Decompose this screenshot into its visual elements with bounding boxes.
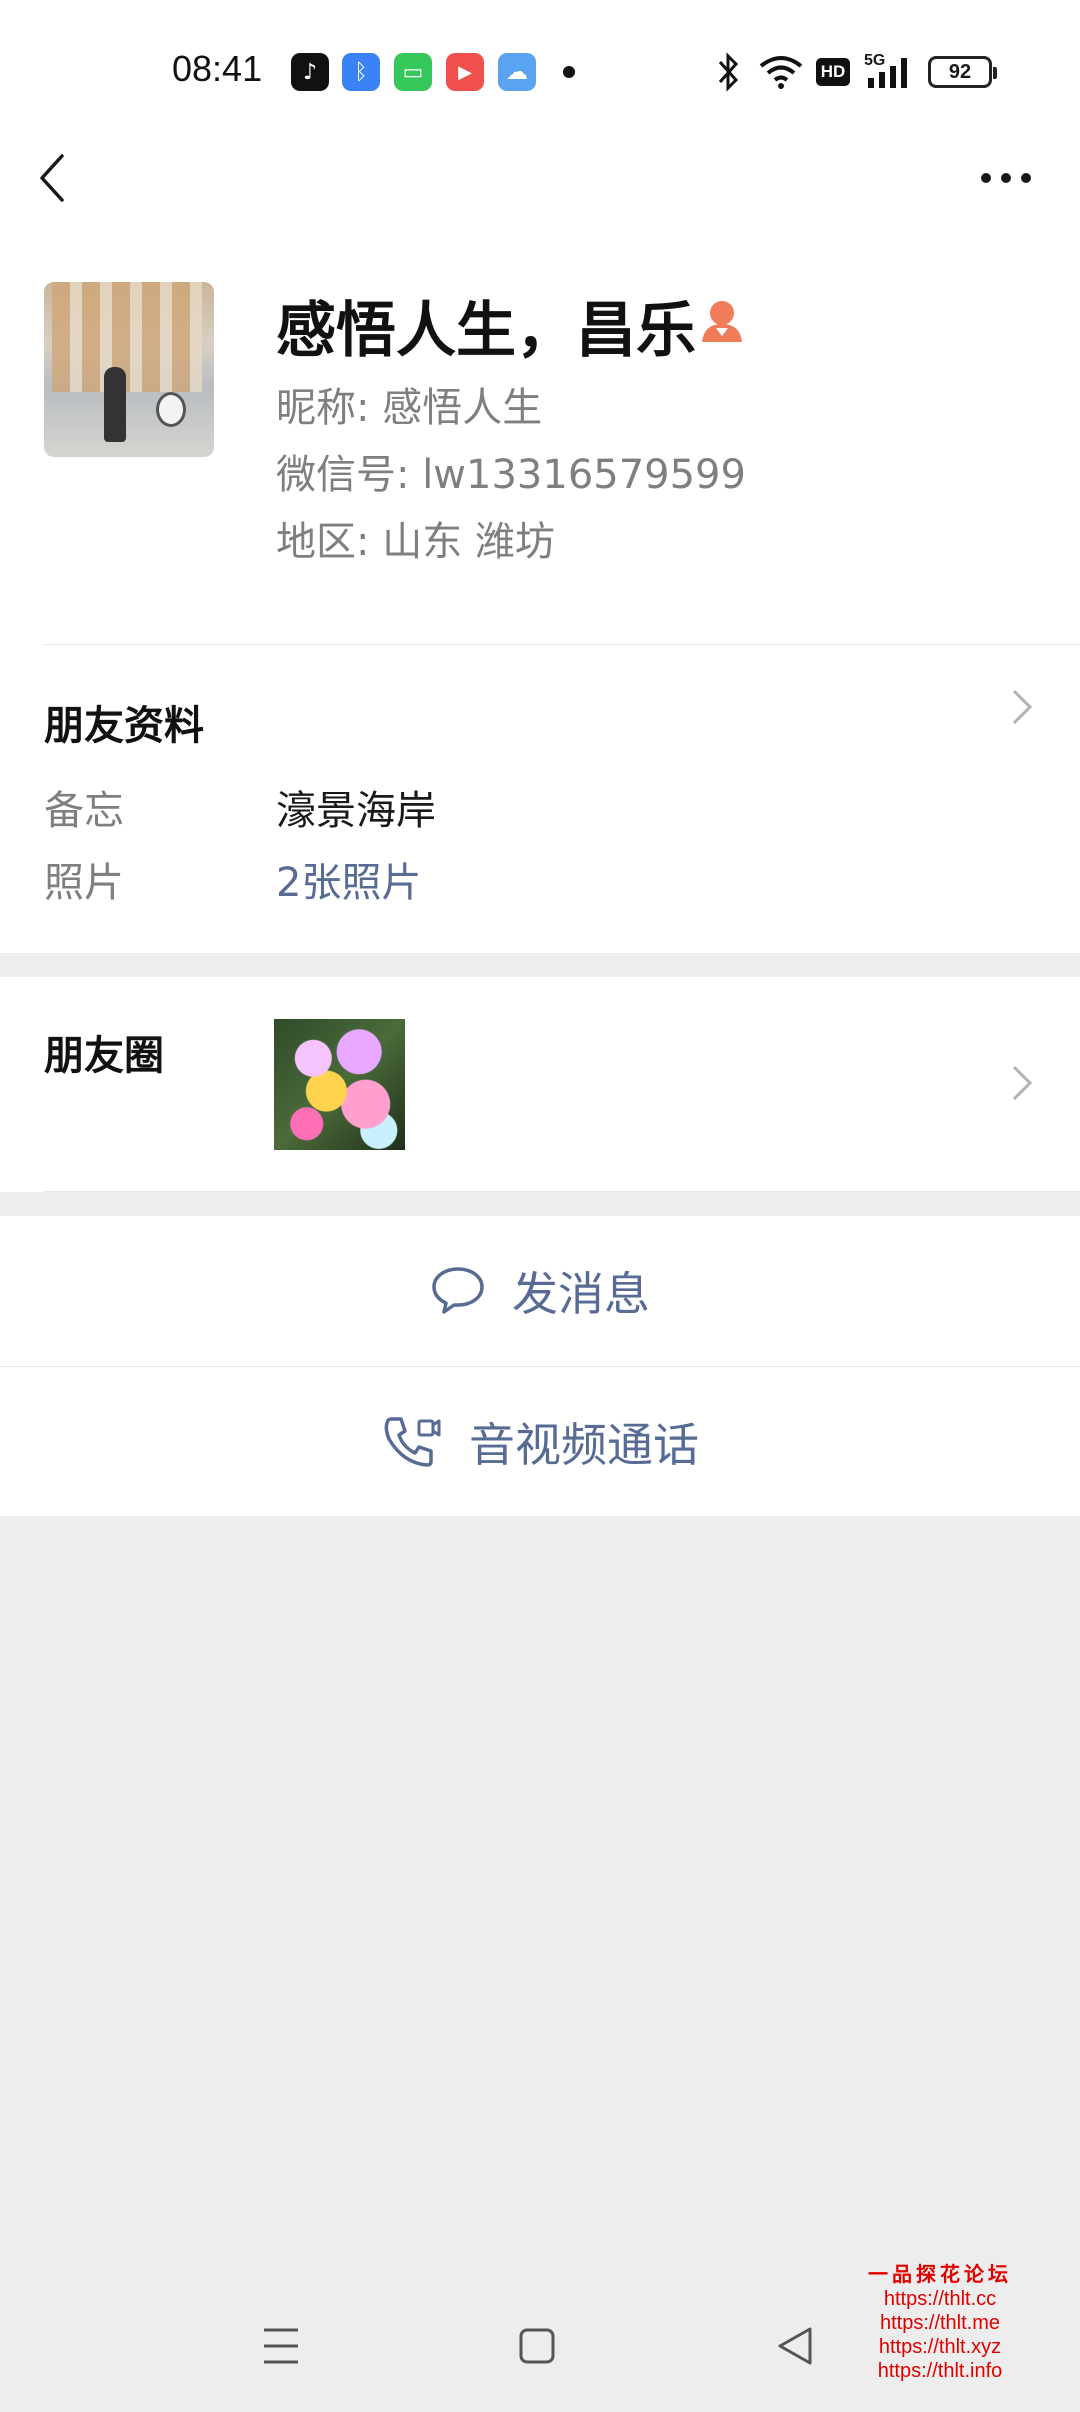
back-icon[interactable] — [38, 150, 68, 206]
profile-header: 感悟人生，昌乐 昵称: 感悟人生 微信号: lw13316579599 地区: … — [0, 270, 1080, 645]
wechat-id-text: 微信号: lw13316579599 — [276, 452, 746, 498]
home-icon[interactable] — [518, 2326, 556, 2366]
memo-label: 备忘 — [44, 788, 124, 834]
watermark-link: https://thlt.me — [879, 2312, 1001, 2334]
battery-indicator: 92 — [928, 56, 997, 88]
chevron-right-icon — [1012, 689, 1033, 725]
avatar[interactable] — [44, 282, 214, 457]
voice-video-call-label: 音视频通话 — [469, 1417, 699, 1472]
chevron-right-icon — [1012, 1065, 1033, 1101]
signal-icon — [868, 58, 907, 88]
display-name: 感悟人生，昌乐 — [276, 296, 696, 366]
voice-video-call-button[interactable]: 音视频通话 — [0, 1367, 1080, 1516]
phone-video-icon — [384, 1416, 441, 1467]
wifi-icon — [759, 56, 803, 89]
hd-icon: HD — [816, 58, 850, 86]
watermark: 一品探花论坛 https://thlt.cc https://thlt.me h… — [840, 2258, 1040, 2383]
watermark-link: https://thlt.xyz — [878, 2336, 1002, 2358]
send-message-button[interactable]: 发消息 — [0, 1216, 1080, 1366]
memo-value: 濠景海岸 — [276, 788, 436, 834]
status-time: 08:41 — [172, 48, 263, 89]
tiktok-icon: ♪ — [291, 53, 329, 91]
status-bar: 08:41 ♪ ᛒ ▭ ▶ ☁ HD 5G 92 — [0, 0, 1080, 140]
friend-info-section[interactable]: 朋友资料 备忘 濠景海岸 照片 2张照片 — [0, 645, 1080, 953]
menu-icon[interactable] — [262, 2326, 300, 2366]
send-message-label: 发消息 — [512, 1267, 650, 1321]
video-icon: ▶ — [446, 53, 484, 91]
photos-label: 照片 — [44, 860, 124, 906]
bluetooth-app-icon: ᛒ — [342, 53, 380, 91]
messages-icon: ▭ — [394, 53, 432, 91]
watermark-link: https://thlt.info — [877, 2360, 1003, 2382]
notification-dot — [563, 66, 575, 78]
divider — [44, 1191, 1080, 1192]
moments-section[interactable]: 朋友圈 — [0, 977, 1080, 1192]
weather-icon: ☁ — [498, 53, 536, 91]
watermark-link: https://thlt.cc — [883, 2288, 997, 2310]
moments-title: 朋友圈 — [44, 1033, 164, 1079]
more-icon[interactable] — [978, 168, 1034, 188]
chat-bubble-icon — [432, 1267, 484, 1314]
moments-thumbnail[interactable] — [274, 1019, 405, 1150]
nickname-text: 昵称: 感悟人生 — [276, 385, 543, 431]
watermark-title: 一品探花论坛 — [868, 2262, 1012, 2286]
bluetooth-icon — [718, 52, 739, 92]
gender-female-icon — [702, 301, 742, 342]
region-text: 地区: 山东 潍坊 — [276, 519, 555, 565]
top-navigation — [0, 140, 1080, 270]
back-triangle-icon[interactable] — [776, 2324, 816, 2368]
photos-link[interactable]: 2张照片 — [276, 850, 421, 908]
friend-info-title: 朋友资料 — [44, 703, 204, 749]
